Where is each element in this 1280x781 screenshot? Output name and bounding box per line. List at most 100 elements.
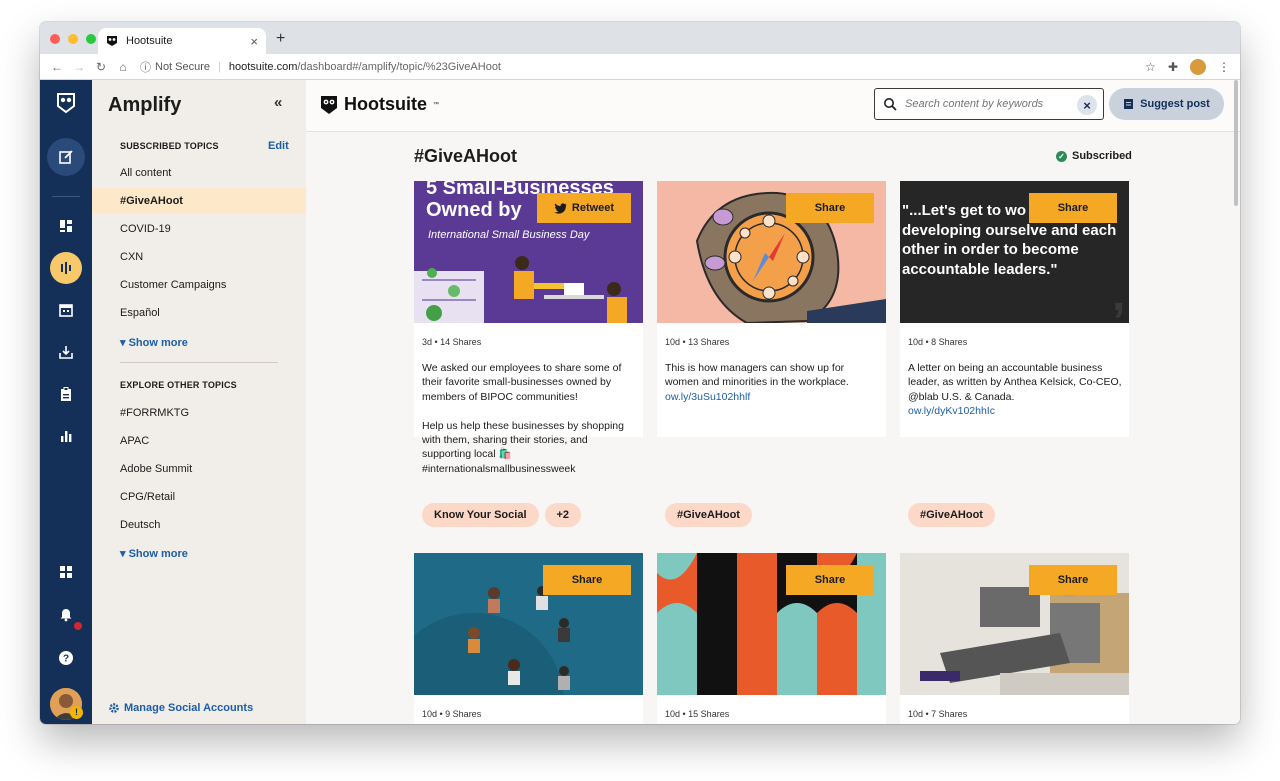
tab-strip: Hootsuite × + (40, 22, 1240, 54)
show-more-explore-link[interactable]: ▾ Show more (120, 547, 188, 560)
card-meta: 10d • 8 Shares (908, 337, 968, 347)
subscribed-topics-heading: SUBSCRIBED TOPICS (120, 141, 219, 151)
topic-item-customer-campaigns[interactable]: Customer Campaigns (92, 272, 306, 298)
svg-text:?: ? (63, 654, 69, 665)
streams-icon[interactable] (50, 210, 82, 242)
suggest-post-button[interactable]: Suggest post (1109, 88, 1224, 120)
notifications-bell-icon[interactable] (50, 598, 84, 632)
tab-close-icon[interactable]: × (250, 34, 258, 49)
topic-item-cxn[interactable]: CXN (92, 244, 306, 270)
content-card[interactable]: Share 10d • 13 Shares This is how manage… (657, 181, 886, 527)
forward-icon[interactable]: → (68, 60, 90, 74)
topic-item-deutsch[interactable]: Deutsch (92, 512, 306, 538)
bookmark-star-icon[interactable]: ☆ (1145, 60, 1156, 74)
help-icon[interactable]: ? (50, 642, 82, 674)
tag-pill[interactable]: #GiveAHoot (665, 503, 752, 527)
amplify-icon[interactable] (50, 252, 82, 284)
content-card[interactable]: Share 10d • 9 Shares (414, 553, 643, 724)
owl-logo-icon[interactable] (56, 92, 76, 114)
tag-pill[interactable]: Know Your Social (422, 503, 539, 527)
minimize-window-button[interactable] (68, 34, 78, 44)
tag-more-pill[interactable]: +2 (544, 503, 582, 527)
share-button[interactable]: Share (1029, 193, 1117, 223)
apps-grid-icon[interactable] (50, 556, 82, 588)
maximize-window-button[interactable] (86, 34, 96, 44)
card-tags: #GiveAHoot (908, 503, 995, 527)
card-image: "...Let's get to wo racism by developing… (900, 181, 1129, 323)
main-scrollbar[interactable] (1234, 80, 1238, 206)
share-button[interactable]: Share (786, 193, 874, 223)
card-link[interactable]: ow.ly/3uSu102hhlf (665, 391, 750, 403)
content-card[interactable]: Share 10d • 7 Shares (900, 553, 1129, 724)
share-button[interactable]: Share (786, 565, 874, 595)
url-host: hootsuite.com (228, 60, 298, 73)
info-icon[interactable]: ⓘ (140, 59, 151, 75)
profile-avatar[interactable] (1190, 58, 1206, 75)
amplify-sidebar: Amplify « SUBSCRIBED TOPICS Edit All con… (92, 80, 306, 724)
share-label: Share (814, 574, 846, 586)
analytics-icon[interactable] (50, 420, 82, 452)
search-box[interactable]: × (874, 88, 1104, 120)
left-nav-rail: ? ! (40, 80, 92, 724)
card-meta: 3d • 14 Shares (422, 337, 482, 347)
card-text: A letter on being an accountable busines… (908, 362, 1122, 403)
planner-calendar-icon[interactable] (50, 294, 82, 326)
share-label: Share (1057, 574, 1089, 586)
topic-item-apac[interactable]: APAC (92, 428, 306, 454)
twitter-bird-icon (554, 202, 567, 214)
manage-social-accounts-link[interactable]: Manage Social Accounts (108, 702, 253, 714)
sidebar-divider (120, 362, 278, 363)
topic-item-cpg-retail[interactable]: CPG/Retail (92, 484, 306, 510)
inbox-icon[interactable] (50, 336, 82, 368)
edit-topics-link[interactable]: Edit (268, 140, 289, 152)
hootsuite-app: ? ! Amplify « SUBSCRIBED TOPICS Edit All… (40, 80, 1240, 724)
home-icon[interactable]: ⌂ (112, 60, 134, 74)
card-meta: 10d • 13 Shares (665, 337, 730, 347)
back-icon[interactable]: ← (46, 60, 68, 74)
topic-item-all-content[interactable]: All content (92, 160, 306, 186)
close-window-button[interactable] (50, 34, 60, 44)
explore-topics-heading: EXPLORE OTHER TOPICS (120, 380, 237, 390)
new-tab-button[interactable]: + (276, 30, 285, 48)
menu-kebab-icon[interactable]: ⋮ (1218, 60, 1230, 74)
compose-icon[interactable] (47, 138, 85, 176)
assignments-clipboard-icon[interactable] (50, 378, 82, 410)
share-button[interactable]: Share (543, 565, 631, 595)
topic-item-forrmktg[interactable]: #FORRMKTG (92, 400, 306, 426)
content-card[interactable]: Share 10d • 15 Shares (657, 553, 886, 724)
share-button[interactable]: Share (1029, 565, 1117, 595)
caret-down-icon: ▾ (120, 337, 126, 349)
suggest-post-label: Suggest post (1140, 98, 1210, 110)
tag-pill[interactable]: #GiveAHoot (908, 503, 995, 527)
topic-item-espanol[interactable]: Español (92, 300, 306, 326)
content-card[interactable]: 5 Small-Businesses Owned by Internationa… (414, 181, 643, 527)
search-input[interactable] (905, 98, 1065, 110)
show-more-subscribed-link[interactable]: ▾ Show more (120, 336, 188, 349)
browser-window: Hootsuite × + ← → ↻ ⌂ ⓘ Not Secure | hoo… (40, 22, 1240, 724)
reload-icon[interactable]: ↻ (90, 60, 112, 74)
card-link[interactable]: ow.ly/dyKv102hhIc (908, 405, 995, 417)
topic-item-giveahoot[interactable]: #GiveAHoot (92, 188, 306, 214)
clear-search-icon[interactable]: × (1077, 95, 1097, 115)
sidebar-title: Amplify (108, 94, 182, 116)
browser-tab[interactable]: Hootsuite × (98, 28, 266, 54)
show-more-label: Show more (128, 548, 188, 560)
content-card[interactable]: "...Let's get to wo racism by developing… (900, 181, 1129, 527)
card-image: 5 Small-Businesses Owned by Internationa… (414, 181, 643, 323)
topic-item-covid-19[interactable]: COVID-19 (92, 216, 306, 242)
search-icon (884, 98, 897, 111)
gear-icon (109, 703, 119, 713)
subscribed-status[interactable]: ✓ Subscribed (1056, 150, 1132, 162)
topic-item-adobe-summit[interactable]: Adobe Summit (92, 456, 306, 482)
card-body: This is how managers can show up for wom… (665, 361, 879, 404)
retweet-button[interactable]: Retweet (537, 193, 631, 223)
address-bar[interactable]: ⓘ Not Secure | hootsuite.com/dashboard#/… (140, 59, 1145, 75)
caret-down-icon: ▾ (120, 548, 126, 560)
main-content: Hootsuite™ × Suggest post #GiveAHoot ✓ S… (306, 80, 1240, 724)
extensions-icon[interactable]: ✚ (1168, 60, 1178, 74)
card-text: We asked our employees to share some of … (422, 362, 624, 475)
collapse-sidebar-icon[interactable]: « (274, 94, 282, 111)
card-body: A letter on being an accountable busines… (908, 361, 1122, 419)
browser-actions: ☆ ✚ ⋮ (1145, 58, 1230, 75)
illustration-shop (414, 256, 627, 323)
